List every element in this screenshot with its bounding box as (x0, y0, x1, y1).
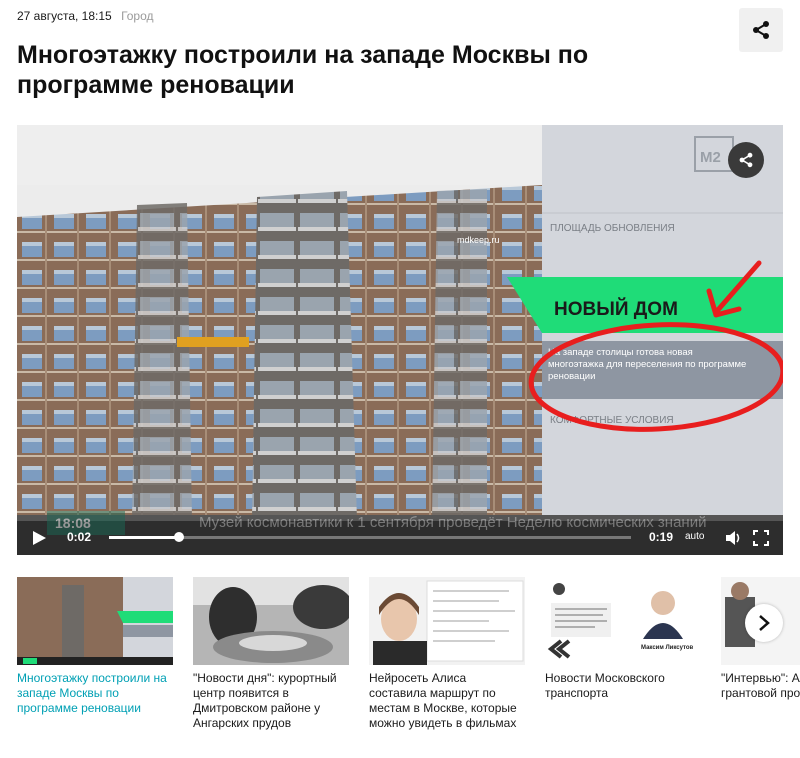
current-time: 0:02 (67, 530, 92, 544)
progress-handle[interactable] (174, 532, 185, 542)
share-icon (739, 152, 753, 168)
video-share-button[interactable] (728, 142, 764, 178)
progress-bar[interactable] (109, 532, 631, 542)
share-icon (753, 21, 769, 39)
related-card[interactable]: "Новости дня": курортный центр появится … (193, 577, 349, 731)
card-thumbnail[interactable]: Максим Ликсутов (545, 577, 701, 665)
headline-banner: НОВЫЙ ДОМ (554, 298, 678, 320)
news-ticker: Музей космонавтики к 1 сентября проведёт… (199, 514, 707, 531)
article-meta: 27 августа, 18:15 Город (17, 9, 154, 23)
card-thumbnail[interactable] (369, 577, 525, 665)
video-description: На западе столицы готова новая многоэтаж… (548, 347, 747, 382)
card-caption[interactable]: Многоэтажку построили на западе Москвы п… (17, 671, 173, 716)
share-button[interactable] (739, 8, 783, 52)
card-caption[interactable]: Нейросеть Алиса составила маршрут по мес… (369, 671, 525, 731)
publish-date: 27 августа, 18:15 (17, 9, 112, 23)
quality-selector[interactable]: auto (685, 531, 704, 542)
article-title: Многоэтажку построили на западе Москвы п… (17, 41, 589, 99)
thumb-person-name: Максим Ликсутов (641, 645, 694, 651)
related-card[interactable]: Максим Ликсутов Новости Московского тран… (545, 577, 701, 701)
fullscreen-icon[interactable] (753, 530, 769, 546)
channel-logo: М2 (700, 149, 721, 166)
card-thumbnail[interactable] (17, 577, 173, 665)
card-thumbnail[interactable] (193, 577, 349, 665)
play-icon[interactable] (31, 530, 47, 546)
card-caption[interactable]: "Новости дня": курортный центр появится … (193, 671, 349, 731)
carousel-next-button[interactable] (745, 604, 783, 642)
card-caption[interactable]: Новости Московского транспорта (545, 671, 701, 701)
related-card[interactable]: Нейросеть Алиса составила маршрут по мес… (369, 577, 525, 731)
duration: 0:19 (649, 530, 674, 544)
rubric-link[interactable]: Город (121, 9, 153, 23)
card-caption[interactable]: "Интервью": Александров грантовой проект… (721, 671, 800, 701)
chevron-right-icon (759, 615, 770, 631)
panel-label-top: ПЛОЩАДЬ ОБНОВЛЕНИЯ (550, 223, 675, 234)
related-card[interactable]: Многоэтажку построили на западе Москвы п… (17, 577, 173, 716)
video-frame[interactable]: mdkeep.ru М2 ПЛОЩАДЬ ОБНОВЛЕНИЯ НОВЫЙ ДО… (17, 125, 783, 521)
watermark: mdkeep.ru (457, 235, 500, 245)
video-player[interactable]: mdkeep.ru М2 ПЛОЩАДЬ ОБНОВЛЕНИЯ НОВЫЙ ДО… (17, 125, 783, 555)
volume-icon[interactable] (725, 530, 741, 546)
related-videos-carousel: Многоэтажку построили на западе Москвы п… (0, 577, 800, 758)
video-controls: 18:08 Музей космонавтики к 1 сентября пр… (17, 511, 783, 555)
progress-fill (109, 536, 180, 539)
